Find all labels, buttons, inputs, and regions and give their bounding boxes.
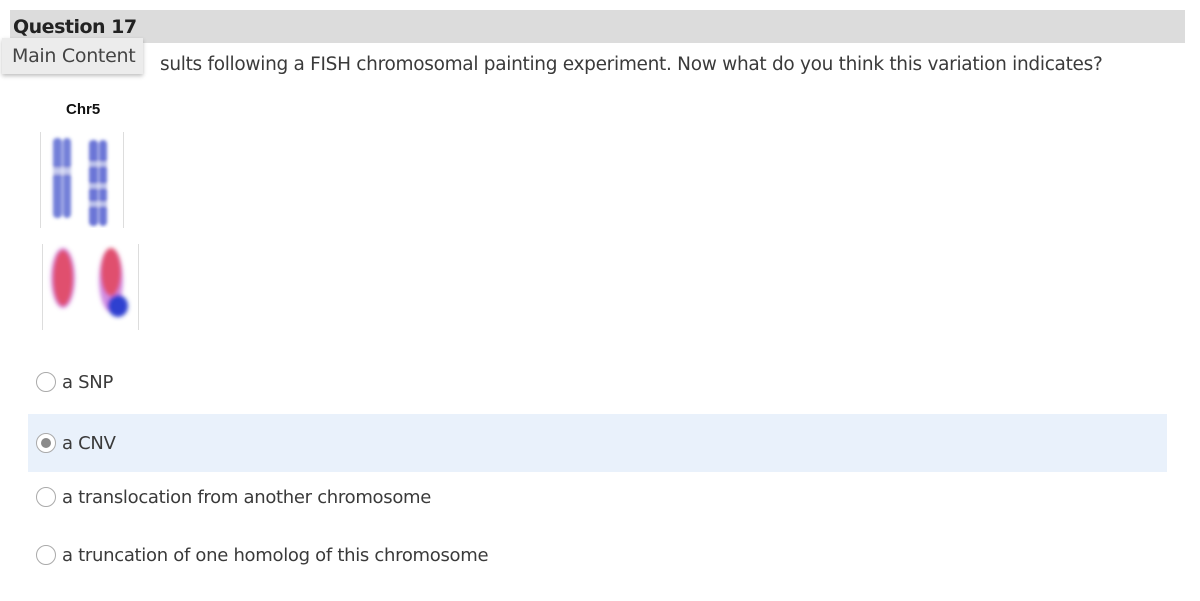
- radio-button[interactable]: [36, 487, 56, 507]
- option-cnv[interactable]: a CNV: [28, 414, 1167, 472]
- option-label: a translocation from another chromosome: [62, 486, 432, 508]
- question-header: [10, 10, 1185, 43]
- radio-button-selected[interactable]: [36, 433, 56, 453]
- chromosome-banding-image: [40, 132, 124, 228]
- question-title: Question 17: [13, 16, 137, 38]
- option-label: a SNP: [62, 371, 113, 393]
- option-label: a CNV: [62, 432, 116, 454]
- question-text: sults following a FISH chromosomal paint…: [160, 54, 1103, 75]
- radio-button[interactable]: [36, 545, 56, 565]
- fish-painting-image: [42, 244, 139, 330]
- figure-label: Chr5: [66, 101, 101, 118]
- option-snp[interactable]: a SNP: [28, 353, 1167, 411]
- radio-dot-icon: [41, 438, 51, 448]
- radio-button[interactable]: [36, 372, 56, 392]
- main-content-tooltip: Main Content: [2, 38, 143, 74]
- option-label: a truncation of one homolog of this chro…: [62, 544, 489, 566]
- option-translocation[interactable]: a translocation from another chromosome: [28, 468, 1167, 526]
- option-truncation[interactable]: a truncation of one homolog of this chro…: [28, 526, 1167, 584]
